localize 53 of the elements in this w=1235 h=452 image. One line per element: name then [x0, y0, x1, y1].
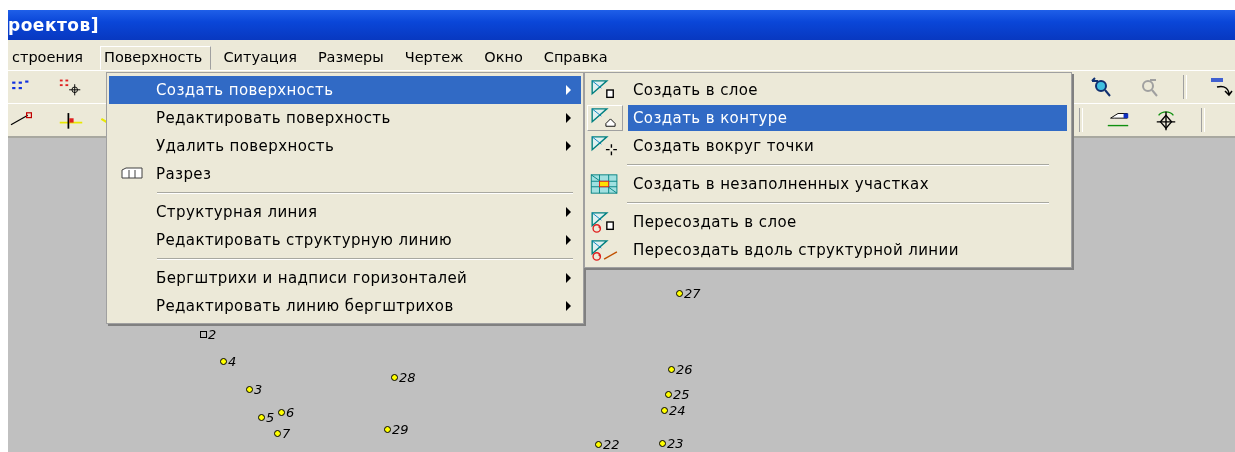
point-marker: [659, 440, 666, 447]
point-label: 23: [667, 436, 684, 451]
point-marker: [676, 290, 683, 297]
point-label: 25: [673, 387, 690, 402]
submenu-item[interactable]: Создать в незаполненных участках: [628, 171, 1067, 197]
point-marker: [668, 366, 675, 373]
point-marker: [278, 409, 285, 416]
menu-bar-item[interactable]: Справка: [539, 46, 617, 70]
point-label: 7: [282, 426, 291, 441]
point-marker: [595, 441, 602, 448]
point-marker: [391, 374, 398, 381]
point-label: 5: [266, 410, 275, 425]
grid-icon: [589, 173, 621, 195]
window-title: роектов]: [8, 15, 99, 35]
point-label: 27: [684, 286, 701, 301]
menu-item[interactable]: Создать поверхность: [109, 76, 581, 104]
submenu-item[interactable]: Пересоздать в слое: [628, 209, 1067, 235]
point-marker: [258, 414, 265, 421]
point-marker: [274, 430, 281, 437]
point-label: 26: [676, 362, 693, 377]
point-marker: [665, 391, 672, 398]
menu-bar-item[interactable]: Чертеж: [400, 46, 473, 70]
point-label: 4: [228, 354, 237, 369]
menu-bar-item[interactable]: Поверхность: [100, 46, 212, 70]
point-marker: [220, 358, 227, 365]
point-label: 22: [603, 437, 620, 452]
submenu-item[interactable]: Создать в слое: [628, 77, 1067, 103]
submenu-item[interactable]: Пересоздать вдоль структурной линии: [628, 237, 1067, 263]
menu-item[interactable]: Удалить поверхность: [109, 132, 581, 160]
menu-bar-item[interactable]: Ситуация: [219, 46, 306, 70]
point-label: 28: [399, 370, 416, 385]
point-label: 29: [392, 422, 409, 437]
point-marker: [246, 386, 253, 393]
menu-bar-item[interactable]: строения: [8, 46, 93, 70]
point-label: 3: [254, 382, 263, 397]
submenu-item[interactable]: Создать в контуре: [628, 105, 1067, 131]
point-marker: [384, 426, 391, 433]
submenu-item[interactable]: Создать вокруг точки: [628, 133, 1067, 159]
point-marker: [200, 331, 207, 338]
menu-item[interactable]: Редактировать структурную линию: [109, 226, 581, 254]
menu-item[interactable]: Бергштрихи и надписи горизонталей: [109, 264, 581, 292]
point-label: 2: [208, 327, 217, 342]
menu-item[interactable]: Редактировать поверхность: [109, 104, 581, 132]
point-label: 24: [669, 403, 686, 418]
point-label: 6: [286, 405, 295, 420]
menu-item[interactable]: Редактировать линию бергштрихов: [109, 292, 581, 320]
point-marker: [661, 407, 668, 414]
section-icon: [120, 167, 145, 181]
redo-arrow-icon[interactable]: [1209, 75, 1235, 99]
menu-item[interactable]: Структурная линия: [109, 198, 581, 226]
menu-bar-item[interactable]: Размеры: [313, 46, 393, 70]
menu-item[interactable]: Разрез: [109, 160, 581, 188]
menu-bar-item[interactable]: Окно: [480, 46, 532, 70]
